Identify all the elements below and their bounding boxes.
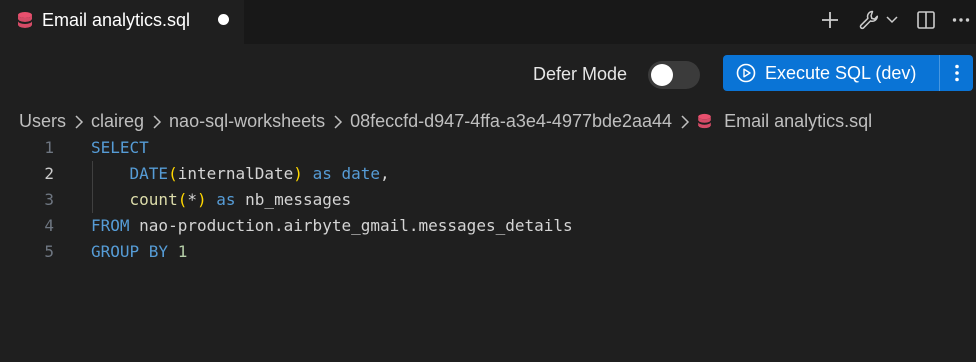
chevron-right-icon (75, 115, 84, 129)
code-token: as (312, 164, 332, 183)
toggle-knob (651, 64, 673, 86)
play-circle-icon (736, 63, 756, 83)
chevron-right-icon (681, 115, 690, 129)
code-text: SELECT (91, 138, 149, 157)
code-token: SELECT (91, 138, 149, 157)
database-icon (17, 12, 33, 30)
code-line[interactable]: 5 GROUP BY 1 (0, 239, 976, 265)
chevron-right-icon (334, 115, 343, 129)
code-line[interactable]: 3 count(*) as nb_messages (0, 187, 976, 213)
code-text: FROM nao-production.airbyte_gmail.messag… (91, 216, 573, 235)
defer-mode-toggle[interactable] (648, 61, 700, 89)
code-text: count(*) as nb_messages (91, 190, 352, 209)
code-token: ( (177, 190, 188, 209)
tab-bar: Email analytics.sql (0, 0, 976, 44)
tab-email-analytics[interactable]: Email analytics.sql (0, 0, 244, 44)
line-number: 1 (44, 138, 54, 157)
unsaved-dot-icon[interactable] (218, 14, 229, 25)
code-token: nao-production.airbyte_gmail.messages_de… (129, 216, 573, 235)
code-token: internalDate (177, 164, 294, 183)
breadcrumb-item-folder-id[interactable]: 08feccfd-d947-4ffa-a3e4-4977bde2aa44 (350, 111, 672, 132)
code-token: date (341, 164, 381, 183)
plus-icon[interactable] (818, 8, 842, 32)
code-line[interactable]: 4 FROM nao-production.airbyte_gmail.mess… (0, 213, 976, 239)
chevron-right-icon (153, 115, 162, 129)
code-token: ) (196, 190, 207, 209)
breadcrumb-item-file[interactable]: Email analytics.sql (724, 111, 872, 132)
chevron-down-icon[interactable] (884, 8, 900, 32)
execute-sql-button[interactable]: Execute SQL (dev) (723, 55, 973, 91)
code-text: DATE(internalDate) as date, (91, 164, 390, 183)
sql-editor-window: Email analytics.sql Defer Mode Execute S… (0, 0, 976, 362)
breadcrumb-item-users[interactable]: Users (19, 111, 66, 132)
code-token: ( (168, 164, 178, 183)
line-number: 4 (44, 216, 54, 235)
defer-mode-label: Defer Mode (533, 64, 628, 84)
tab-title: Email analytics.sql (42, 10, 191, 30)
editor-toolbar: Defer Mode Execute SQL (dev) (0, 44, 976, 104)
code-token: count (129, 190, 178, 209)
code-token: ) (293, 164, 303, 183)
more-icon[interactable] (950, 8, 972, 32)
code-token: * (187, 190, 197, 209)
database-icon (697, 113, 712, 130)
wrench-icon[interactable] (857, 8, 881, 32)
code-token: as (216, 190, 236, 209)
line-number: 3 (44, 190, 54, 209)
code-token: GROUP BY (91, 242, 169, 261)
breadcrumb-item-claireg[interactable]: claireg (91, 111, 144, 132)
line-number: 2 (44, 164, 54, 183)
execute-sql-label: Execute SQL (dev) (765, 63, 917, 83)
code-token: , (380, 164, 390, 183)
code-line[interactable]: 1 SELECT (0, 135, 976, 161)
split-editor-icon[interactable] (914, 8, 938, 32)
code-editor[interactable]: 1 SELECT 2 DATE(internalDate) as date, 3… (0, 135, 976, 362)
code-token: nb_messages (235, 190, 352, 209)
breadcrumb: Users claireg nao-sql-worksheets 08feccf… (19, 108, 872, 134)
button-divider (939, 55, 940, 91)
kebab-menu-icon[interactable] (950, 63, 964, 83)
code-line[interactable]: 2 DATE(internalDate) as date, (0, 161, 976, 187)
code-token: FROM (91, 216, 130, 235)
code-token: 1 (177, 242, 188, 261)
breadcrumb-item-worksheets[interactable]: nao-sql-worksheets (169, 111, 325, 132)
code-text: GROUP BY 1 (91, 242, 187, 261)
line-number: 5 (44, 242, 54, 261)
code-token: DATE (129, 164, 169, 183)
